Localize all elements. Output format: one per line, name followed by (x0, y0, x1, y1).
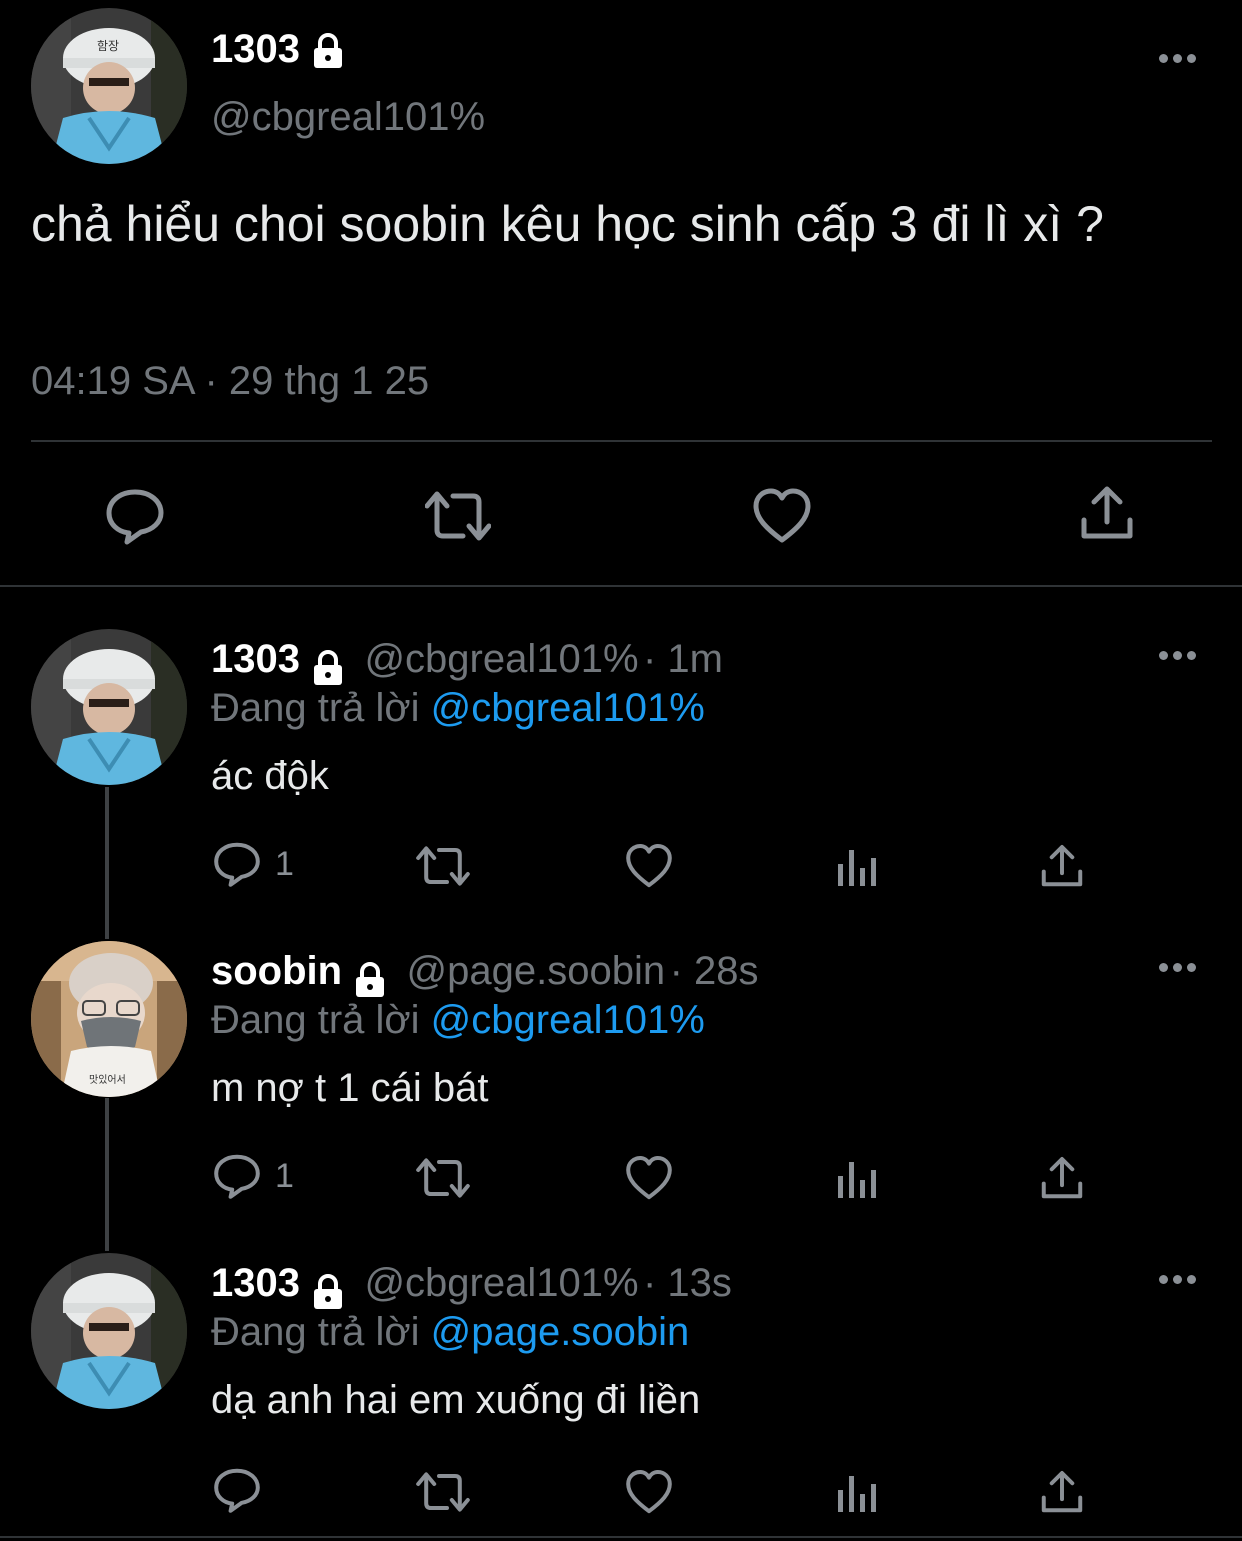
time: · 1m (643, 637, 723, 681)
avatar[interactable]: 함장 (31, 8, 187, 164)
replying-to: Đang trả lời @cbgreal101% (211, 686, 705, 730)
reply-icon (106, 489, 164, 545)
reply-button[interactable] (213, 1466, 275, 1514)
views-button[interactable] (836, 1158, 878, 1200)
more-options-icon[interactable] (1159, 1275, 1199, 1287)
share-icon (1041, 1156, 1083, 1199)
reply-text: ác độk (211, 754, 329, 798)
lock-icon (313, 649, 342, 685)
display-name[interactable]: 1303 (211, 1261, 300, 1305)
avatar[interactable] (31, 629, 187, 785)
share-icon (1081, 486, 1133, 539)
lock-icon (313, 1273, 342, 1309)
replying-to-link[interactable]: @cbgreal101% (431, 686, 705, 730)
divider (31, 440, 1212, 442)
thread-line (105, 1098, 109, 1251)
time: · 28s (669, 949, 759, 993)
more-options-icon[interactable] (1159, 651, 1199, 663)
like-icon (626, 1470, 672, 1514)
share-icon (1041, 844, 1083, 887)
more-options-icon[interactable] (1159, 963, 1199, 975)
views-button[interactable] (836, 1472, 878, 1514)
replying-to-link[interactable]: @cbgreal101% (431, 998, 705, 1042)
retweet-button[interactable] (416, 842, 470, 890)
replying-to: Đang trả lời @cbgreal101% (211, 998, 705, 1042)
handle[interactable]: @page.soobin (407, 949, 666, 993)
like-button[interactable] (752, 486, 812, 546)
lock-icon (313, 33, 342, 69)
like-button[interactable] (625, 1468, 673, 1516)
views-icon (838, 1476, 876, 1512)
handle[interactable]: @cbgreal101% (364, 637, 638, 681)
reply-button[interactable] (105, 486, 165, 546)
retweet-button[interactable] (416, 1154, 470, 1202)
more-options-icon[interactable] (1159, 54, 1199, 66)
display-name[interactable]: 1303 (211, 637, 300, 681)
share-button[interactable] (1039, 1155, 1085, 1201)
retweet-icon (416, 846, 470, 886)
like-icon (626, 1156, 672, 1200)
reply-button[interactable]: 1 (213, 1152, 294, 1200)
display-name[interactable]: soobin (211, 949, 342, 993)
lock-icon (356, 961, 385, 997)
retweet-icon (416, 1472, 470, 1512)
reply-header: 1303 @cbgreal101% · 1m (211, 634, 723, 685)
display-name[interactable]: 1303 (211, 24, 348, 74)
time: · 13s (643, 1261, 732, 1305)
thread-line (105, 787, 109, 939)
avatar[interactable]: 맛있어서 (31, 941, 187, 1097)
retweet-button[interactable] (425, 486, 491, 546)
share-button[interactable] (1039, 843, 1085, 889)
reply-icon (214, 842, 260, 887)
views-button[interactable] (836, 846, 878, 888)
reply-icon (214, 1154, 260, 1199)
reply-button[interactable]: 1 (213, 840, 294, 888)
replying-to-link[interactable]: @page.soobin (431, 1310, 690, 1354)
share-icon (1041, 1470, 1083, 1513)
reply-count: 1 (275, 1156, 294, 1195)
like-icon (626, 844, 672, 888)
retweet-button[interactable] (416, 1468, 470, 1516)
share-button[interactable] (1078, 484, 1136, 542)
svg-text:맛있어서: 맛있어서 (89, 1074, 126, 1086)
share-button[interactable] (1039, 1469, 1085, 1515)
handle[interactable]: @cbgreal101% (211, 95, 485, 140)
avatar[interactable] (31, 1253, 187, 1409)
retweet-icon (425, 491, 491, 541)
timestamp: 04:19 SA · 29 thg 1 25 (31, 359, 430, 403)
views-icon (838, 1162, 876, 1198)
views-icon (838, 850, 876, 886)
retweet-icon (416, 1158, 470, 1198)
like-button[interactable] (625, 842, 673, 890)
reply-count: 1 (275, 844, 294, 883)
like-button[interactable] (625, 1154, 673, 1202)
reply-text: dạ anh hai em xuống đi liền (211, 1378, 701, 1422)
like-icon (753, 488, 811, 543)
reply-header: 1303 @cbgreal101% · 13s (211, 1258, 732, 1309)
tweet-text: chả hiểu choi soobin kêu học sinh cấp 3 … (31, 196, 1104, 252)
handle[interactable]: @cbgreal101% (364, 1261, 638, 1305)
replying-to: Đang trả lời @page.soobin (211, 1310, 690, 1354)
divider (0, 1536, 1242, 1538)
reply-icon (214, 1468, 260, 1513)
svg-text:함장: 함장 (97, 39, 119, 53)
reply-header: soobin @page.soobin · 28s (211, 946, 759, 997)
reply-text: m nợ t 1 cái bát (211, 1066, 489, 1110)
divider (0, 585, 1242, 587)
